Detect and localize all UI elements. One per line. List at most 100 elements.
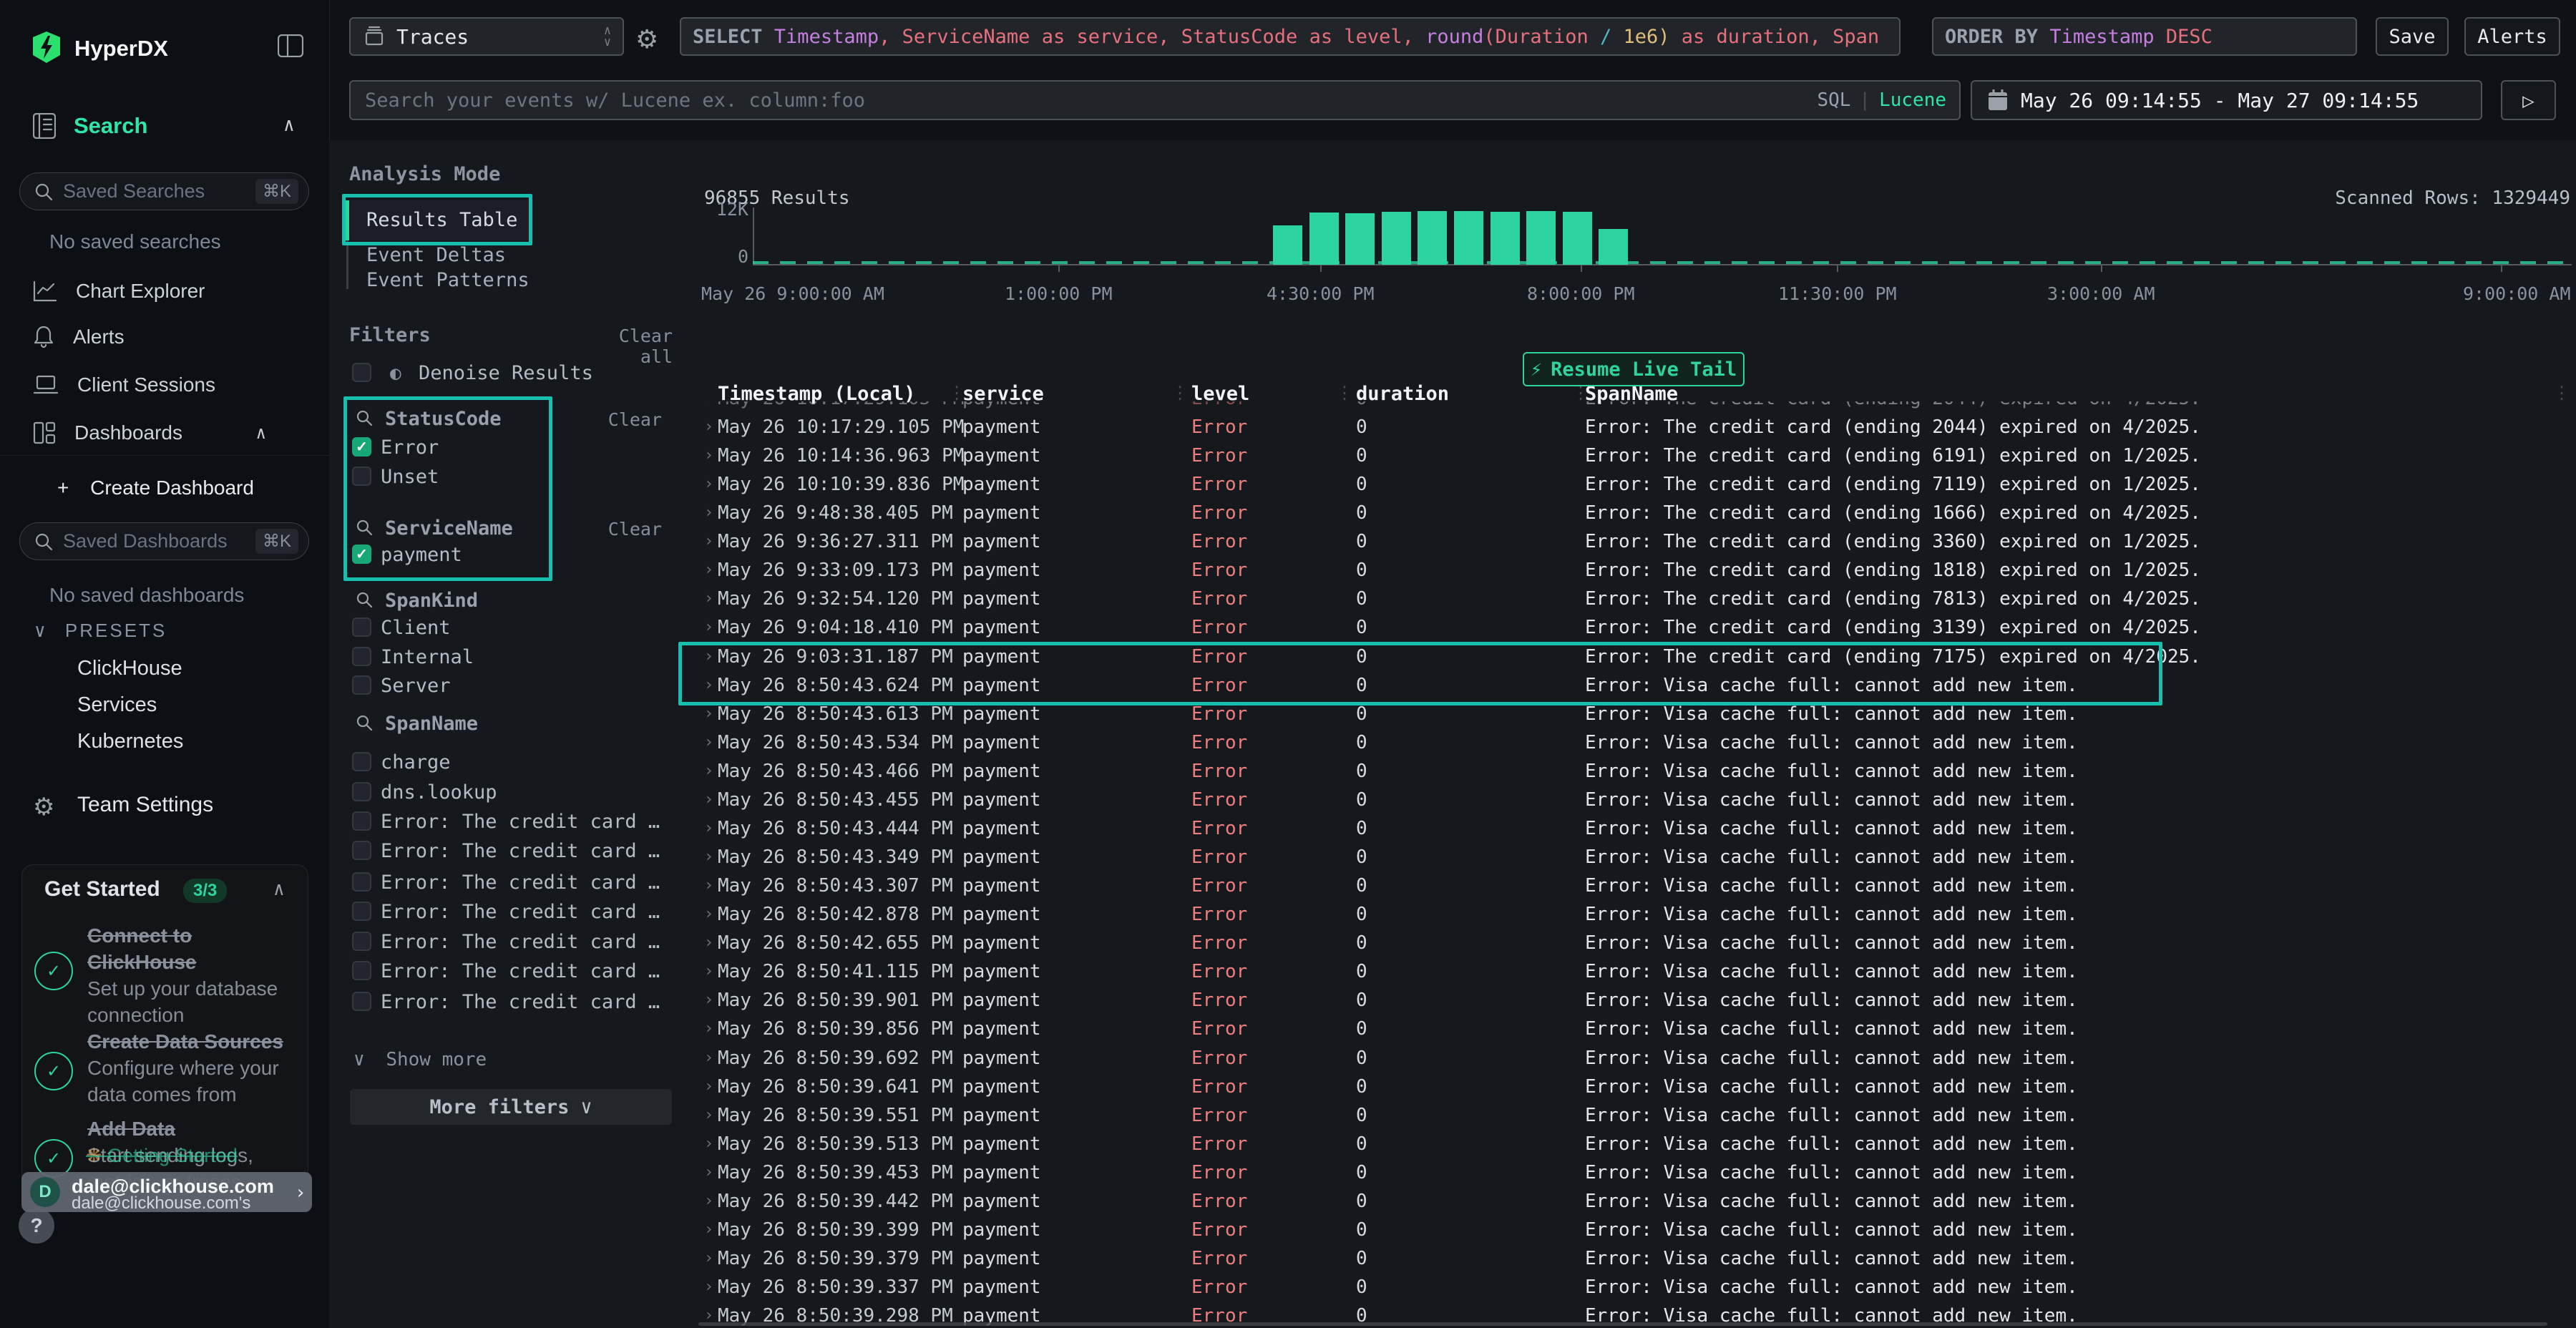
- get-started-collapse-icon[interactable]: ∧: [273, 879, 285, 900]
- table-row[interactable]: ›May 26 8:50:43.466 PMpaymentError0Error…: [698, 757, 2576, 786]
- get-started-step-title[interactable]: Connect to: [87, 924, 192, 947]
- sidebar-preset-kubernetes[interactable]: Kubernetes: [77, 730, 183, 753]
- create-dashboard-button[interactable]: + Create Dashboard: [57, 477, 254, 499]
- analysis-mode-event-deltas[interactable]: Event Deltas: [366, 244, 506, 266]
- clear-all-link[interactable]: Clear all: [583, 326, 673, 367]
- date-range-picker[interactable]: May 26 09:14:55 - May 27 09:14:55: [1971, 80, 2482, 120]
- sidebar-item-team-settings[interactable]: Team Settings: [77, 793, 213, 817]
- table-options-icon[interactable]: ⋮: [2553, 383, 2569, 403]
- table-row[interactable]: ›May 26 8:50:39.513 PMpaymentError0Error…: [698, 1130, 2576, 1158]
- histogram-bar[interactable]: [1418, 211, 1447, 265]
- histogram-bar[interactable]: [1345, 213, 1375, 265]
- histogram-bar[interactable]: [1491, 212, 1520, 265]
- table-row[interactable]: ›May 26 9:36:27.311 PMpaymentError0Error…: [698, 527, 2576, 556]
- table-row[interactable]: ›May 26 9:33:09.173 PMpaymentError0Error…: [698, 556, 2576, 585]
- table-row[interactable]: ›May 26 10:14:36.963 PMpaymentError0Erro…: [698, 441, 2576, 470]
- filter-checkbox-error-the-credit-card-[interactable]: [352, 841, 371, 860]
- histogram-bar[interactable]: [1599, 229, 1628, 265]
- table-row[interactable]: ›May 26 8:50:43.613 PMpaymentError0Error…: [698, 700, 2576, 728]
- table-row[interactable]: ›May 26 10:17:29.105 PMpaymentError0Erro…: [698, 401, 2576, 413]
- table-row[interactable]: ›May 26 9:03:31.187 PMpaymentError0Error…: [698, 643, 2576, 671]
- table-row[interactable]: ›May 26 10:10:39.836 PMpaymentError0Erro…: [698, 470, 2576, 499]
- table-row[interactable]: ›May 26 8:50:39.453 PMpaymentError0Error…: [698, 1158, 2576, 1187]
- results-table[interactable]: ›May 26 10:17:29.105 PMpaymentError0Erro…: [698, 401, 2576, 1328]
- table-row[interactable]: ›May 26 8:50:39.551 PMpaymentError0Error…: [698, 1101, 2576, 1130]
- filter-checkbox-error-the-credit-card-[interactable]: [352, 811, 371, 831]
- run-query-play-button[interactable]: ▷: [2501, 80, 2556, 120]
- horizontal-scrollbar[interactable]: [698, 1322, 2547, 1326]
- table-row[interactable]: ›May 26 9:48:38.405 PMpaymentError0Error…: [698, 499, 2576, 527]
- save-button[interactable]: Save: [2376, 17, 2449, 56]
- table-row[interactable]: ›May 26 8:50:42.655 PMpaymentError0Error…: [698, 929, 2576, 957]
- table-row[interactable]: ›May 26 9:32:54.120 PMpaymentError0Error…: [698, 585, 2576, 613]
- table-row[interactable]: ›May 26 8:50:39.442 PMpaymentError0Error…: [698, 1187, 2576, 1216]
- filter-checkbox-payment[interactable]: ✓: [352, 545, 371, 564]
- source-settings-gear-icon[interactable]: ⚙: [635, 24, 658, 54]
- filter-checkbox-error[interactable]: ✓: [352, 437, 371, 456]
- table-row[interactable]: ›May 26 8:50:43.455 PMpaymentError0Error…: [698, 786, 2576, 814]
- filter-checkbox-error-the-credit-card-[interactable]: [352, 902, 371, 921]
- table-row[interactable]: ›May 26 8:50:39.399 PMpaymentError0Error…: [698, 1216, 2576, 1244]
- sidebar-item-client-sessions[interactable]: Client Sessions: [33, 371, 305, 399]
- histogram-bar[interactable]: [1563, 212, 1592, 265]
- denoise-checkbox[interactable]: [352, 363, 371, 382]
- search-icon[interactable]: [356, 591, 373, 608]
- table-row[interactable]: ›May 26 8:50:43.534 PMpaymentError0Error…: [698, 728, 2576, 757]
- filter-clear-servicename[interactable]: Clear: [583, 519, 662, 540]
- analysis-mode-event-patterns[interactable]: Event Patterns: [366, 269, 530, 291]
- sidebar-item-search[interactable]: Search: [74, 113, 147, 139]
- user-footer[interactable]: D dale@clickhouse.com dale@clickhouse.co…: [21, 1172, 312, 1212]
- filter-checkbox-internal[interactable]: [352, 647, 371, 666]
- sidebar-item-chart-explorer[interactable]: Chart Explorer: [33, 278, 305, 305]
- column-resizer-icon[interactable]: ⋮: [1336, 383, 1352, 403]
- histogram-bar[interactable]: [1454, 211, 1483, 265]
- event-search-input[interactable]: [364, 89, 1808, 112]
- sidebar-preset-clickhouse[interactable]: ClickHouse: [77, 657, 182, 680]
- sidebar-preset-services[interactable]: Services: [77, 693, 157, 717]
- column-resizer-icon[interactable]: ⋮: [1171, 383, 1187, 403]
- get-started-step-title[interactable]: Add Data: [87, 1118, 175, 1141]
- table-row[interactable]: ›May 26 8:50:39.692 PMpaymentError0Error…: [698, 1044, 2576, 1073]
- table-row[interactable]: ›May 26 8:50:42.878 PMpaymentError0Error…: [698, 900, 2576, 929]
- sidebar-item-alerts[interactable]: Alerts: [33, 323, 305, 351]
- lang-toggle-sql[interactable]: SQL: [1817, 89, 1850, 111]
- more-filters-button[interactable]: More filters∨: [350, 1089, 672, 1125]
- table-row[interactable]: ›May 26 9:04:18.410 PMpaymentError0Error…: [698, 613, 2576, 642]
- table-row[interactable]: ›May 26 8:50:43.444 PMpaymentError0Error…: [698, 814, 2576, 843]
- filter-checkbox-error-the-credit-card-[interactable]: [352, 961, 371, 980]
- table-row[interactable]: ›May 26 8:50:39.337 PMpaymentError0Error…: [698, 1273, 2576, 1302]
- search-icon[interactable]: [356, 714, 373, 731]
- table-row[interactable]: ›May 26 8:50:39.379 PMpaymentError0Error…: [698, 1244, 2576, 1273]
- lang-toggle-lucene[interactable]: Lucene: [1879, 89, 1946, 111]
- getting-started-link[interactable]: ❋ Getting Started: [86, 1145, 238, 1167]
- search-icon[interactable]: [356, 409, 373, 426]
- table-row[interactable]: ›May 26 8:50:43.307 PMpaymentError0Error…: [698, 872, 2576, 900]
- sidebar-item-dashboards[interactable]: Dashboards∧: [33, 419, 305, 446]
- event-search-bar[interactable]: SQL | Lucene: [349, 80, 1961, 120]
- search-collapse-chevron-icon[interactable]: ∧: [283, 114, 295, 136]
- sql-select-input[interactable]: SELECT Timestamp, ServiceName as service…: [680, 17, 1901, 56]
- filter-checkbox-client[interactable]: [352, 617, 371, 637]
- histogram-bar[interactable]: [1309, 213, 1339, 265]
- filter-checkbox-charge[interactable]: [352, 752, 371, 771]
- table-row[interactable]: ›May 26 8:50:39.641 PMpaymentError0Error…: [698, 1073, 2576, 1101]
- analysis-mode-results-table[interactable]: Results Table: [366, 209, 517, 231]
- histogram-bar[interactable]: [1273, 225, 1302, 265]
- filter-clear-statuscode[interactable]: Clear: [583, 409, 662, 430]
- saved-searches-input[interactable]: Saved Searches ⌘K: [19, 172, 309, 210]
- table-row[interactable]: ›May 26 8:50:39.856 PMpaymentError0Error…: [698, 1015, 2576, 1043]
- table-row[interactable]: ›May 26 10:17:29.105 PMpaymentError0Erro…: [698, 413, 2576, 441]
- get-started-step-title[interactable]: Create Data Sources: [87, 1030, 283, 1053]
- column-resizer-icon[interactable]: ⋮: [948, 383, 964, 403]
- table-row[interactable]: ›May 26 8:50:43.349 PMpaymentError0Error…: [698, 843, 2576, 872]
- histogram-bar[interactable]: [1526, 211, 1556, 265]
- alerts-button[interactable]: Alerts: [2464, 17, 2560, 56]
- help-button[interactable]: ?: [19, 1208, 54, 1244]
- table-row[interactable]: ›May 26 8:50:41.115 PMpaymentError0Error…: [698, 957, 2576, 986]
- sidebar-collapse-icon[interactable]: [278, 34, 303, 57]
- source-selector[interactable]: Traces ∧∨: [349, 17, 624, 56]
- saved-dashboards-input[interactable]: Saved Dashboards ⌘K: [19, 522, 309, 560]
- filter-checkbox-dns-lookup[interactable]: [352, 782, 371, 801]
- table-row[interactable]: ›May 26 8:50:39.901 PMpaymentError0Error…: [698, 986, 2576, 1015]
- sql-orderby-input[interactable]: ORDER BY Timestamp DESC: [1932, 17, 2357, 56]
